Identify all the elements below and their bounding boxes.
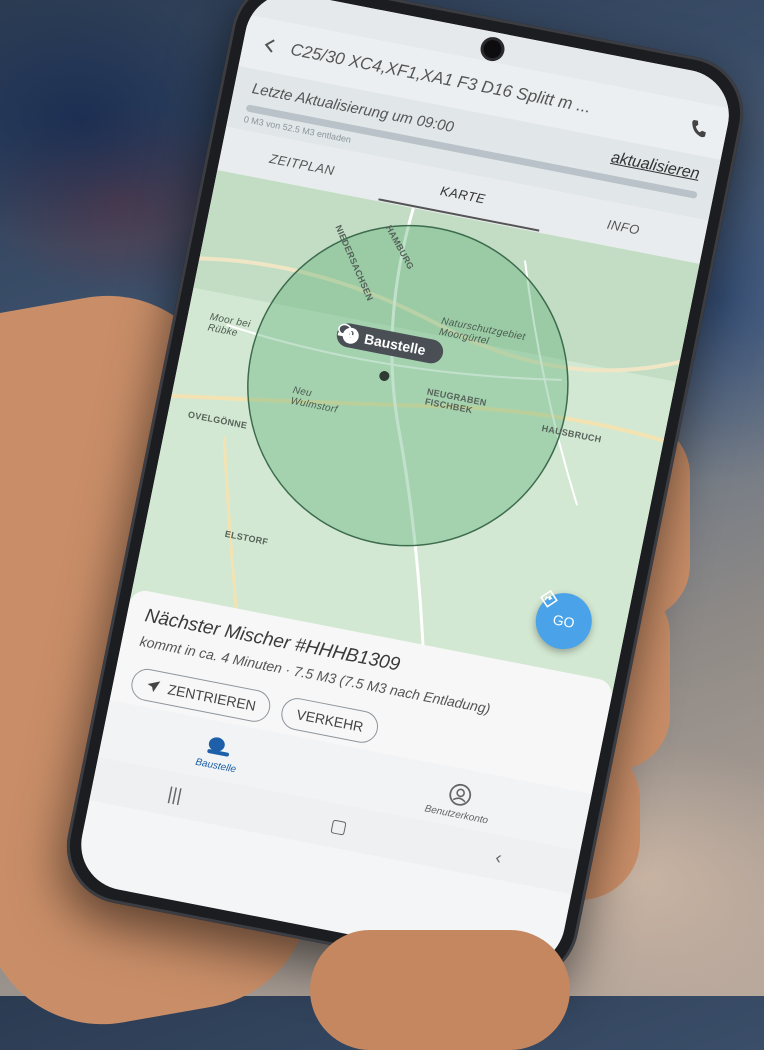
home-icon[interactable]: ▢	[328, 814, 350, 838]
progress-fill	[245, 104, 247, 112]
back-icon[interactable]: ‹	[494, 847, 504, 869]
smartphone: C25/30 XC4,XF1,XA1 F3 D16 Splitt m ... L…	[56, 0, 754, 991]
recents-icon[interactable]: |||	[166, 783, 184, 806]
hand-thumb	[310, 930, 570, 1050]
traffic-label: VERKEHR	[295, 706, 365, 735]
nav-baustelle-label: Baustelle	[194, 756, 237, 776]
nav-baustelle[interactable]: Baustelle	[194, 732, 242, 777]
location-arrow-icon	[145, 678, 162, 694]
mixer-truck-icon	[205, 734, 235, 761]
account-icon	[446, 781, 474, 809]
phone-screen: C25/30 XC4,XF1,XA1 F3 D16 Splitt m ... L…	[73, 0, 737, 975]
back-arrow-icon[interactable]	[260, 35, 281, 56]
phone-icon[interactable]	[687, 117, 711, 140]
go-label: GO	[551, 611, 577, 632]
center-label: ZENTRIEREN	[166, 681, 258, 714]
nav-benutzerkonto[interactable]: Benutzerkonto	[424, 777, 495, 827]
